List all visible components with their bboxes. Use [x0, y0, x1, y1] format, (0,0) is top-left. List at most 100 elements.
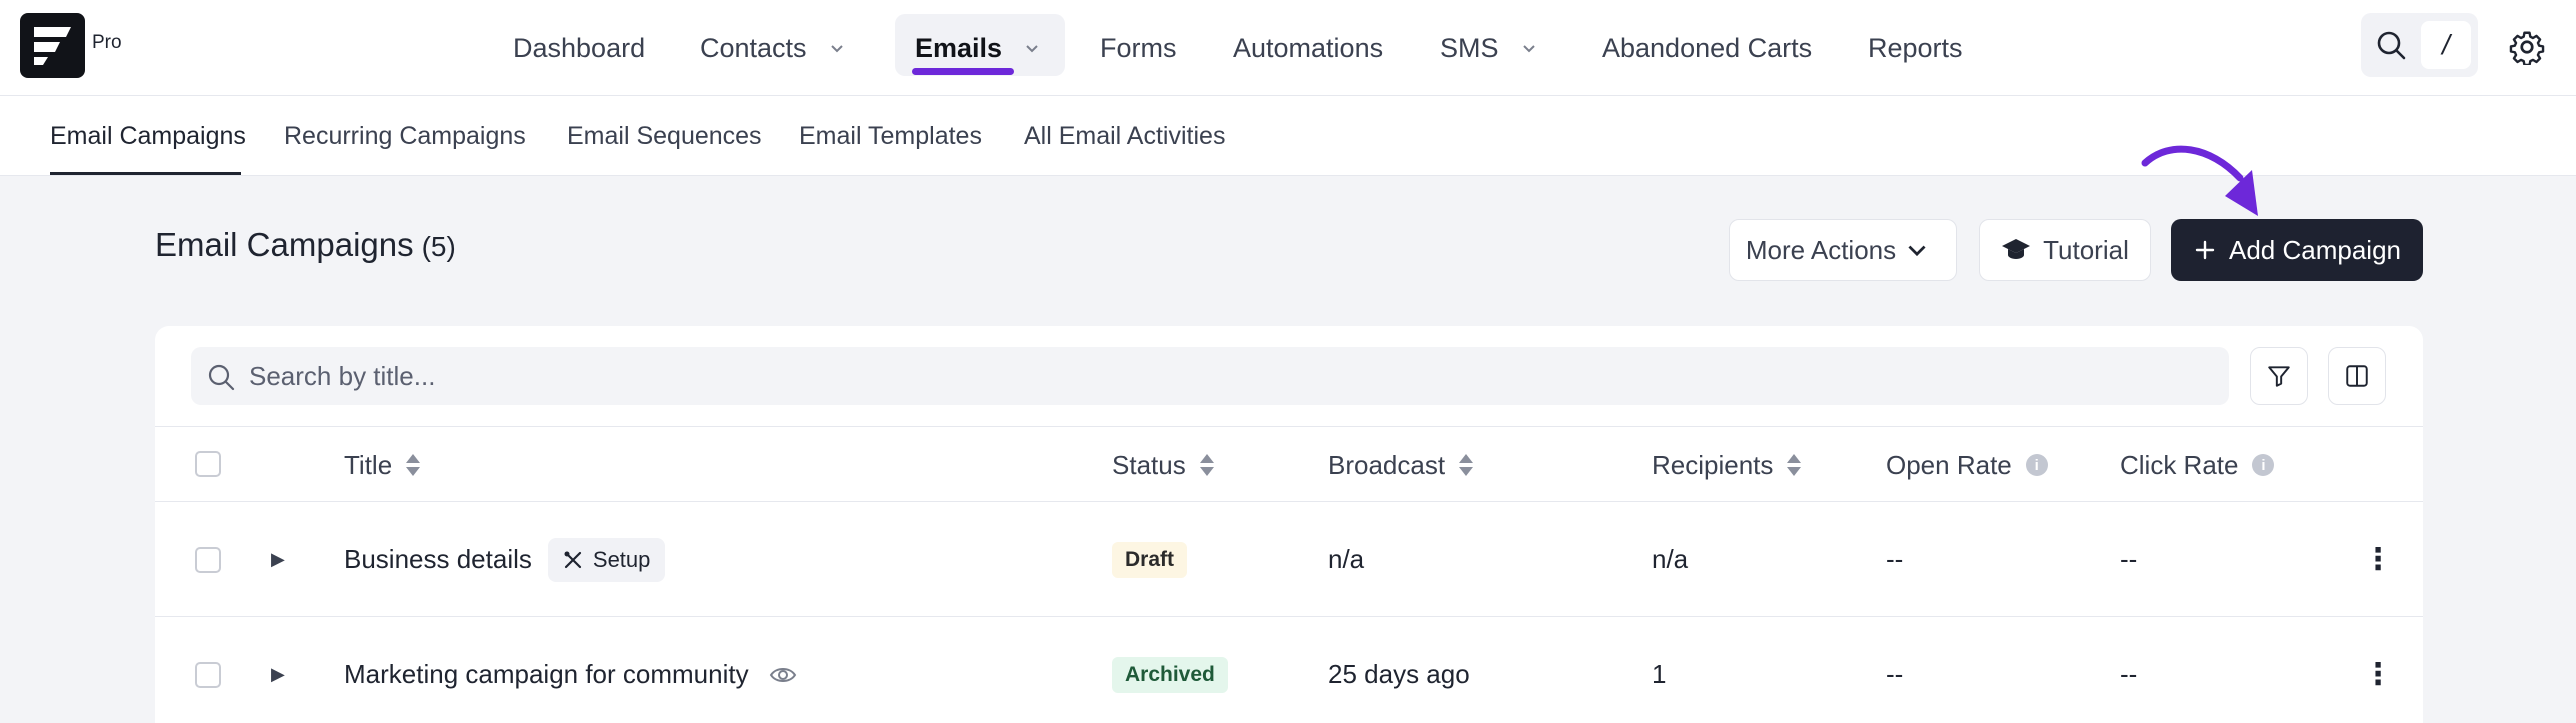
- search-input[interactable]: [249, 347, 2209, 405]
- tab-recurring-campaigns[interactable]: Recurring Campaigns: [284, 96, 526, 176]
- status-cell: Archived: [1112, 617, 1228, 723]
- more-options-icon[interactable]: ⋮: [2363, 617, 2393, 723]
- column-recipients[interactable]: Recipients: [1652, 427, 1803, 503]
- column-title[interactable]: Title: [344, 427, 422, 503]
- search-icon: [208, 364, 235, 391]
- campaigns-table-card: Title Status Broadcast Recipients Open R…: [155, 326, 2423, 723]
- sort-icon: [406, 454, 421, 476]
- click-rate-cell: --: [2120, 544, 2138, 574]
- nav-label: Abandoned Carts: [1602, 32, 1813, 63]
- button-label: Tutorial: [2043, 234, 2129, 265]
- column-open-rate: Open Rate i: [1886, 427, 2048, 503]
- filter-button[interactable]: [2250, 347, 2308, 405]
- chevron-down-icon: [1522, 45, 1535, 53]
- info-icon[interactable]: i: [2025, 454, 2048, 476]
- tab-email-sequences[interactable]: Email Sequences: [567, 96, 762, 176]
- brand-logo[interactable]: [20, 13, 85, 78]
- row-checkbox[interactable]: [195, 547, 221, 573]
- callout-arrow-icon: [2141, 145, 2258, 216]
- recipients-cell: n/a: [1652, 544, 1689, 574]
- broadcast-cell: n/a: [1328, 544, 1365, 574]
- row-checkbox[interactable]: [195, 662, 221, 688]
- campaign-title-cell: Business details Setup: [344, 502, 666, 617]
- logo-mark-icon: [34, 27, 71, 65]
- sort-icon: [1459, 454, 1474, 476]
- tab-active-indicator: [50, 172, 241, 175]
- nav-label: Dashboard: [513, 32, 646, 63]
- click-rate-cell: --: [2120, 659, 2138, 689]
- nav-active-indicator: [912, 68, 1014, 75]
- button-label: Add Campaign: [2229, 234, 2401, 265]
- column-label: Click Rate: [2120, 449, 2239, 480]
- table-row[interactable]: ▶ Business details Setup Draft n/a n/a -…: [155, 502, 2423, 617]
- chevron-down-icon: [1908, 245, 1926, 257]
- gear-icon[interactable]: [2509, 29, 2545, 65]
- campaign-title-cell: Marketing campaign for community: [344, 617, 797, 723]
- chevron-down-icon: [1026, 45, 1038, 53]
- open-rate-cell: --: [1886, 544, 1904, 574]
- top-navigation: Pro Dashboard Contacts Emails Forms Auto…: [0, 0, 2576, 96]
- campaign-title[interactable]: Business details: [344, 544, 532, 575]
- columns-toggle-button[interactable]: [2328, 347, 2386, 405]
- column-broadcast[interactable]: Broadcast: [1328, 427, 1475, 503]
- global-search-button[interactable]: /: [2361, 13, 2478, 77]
- campaign-search: [191, 347, 2229, 405]
- campaign-count: (5): [421, 231, 456, 262]
- column-label: Status: [1112, 449, 1186, 480]
- table-row[interactable]: ▶ Marketing campaign for community Archi…: [155, 617, 2423, 723]
- status-cell: Draft: [1112, 502, 1188, 617]
- expand-row-icon[interactable]: ▶: [271, 617, 285, 723]
- more-actions-button[interactable]: More Actions: [1729, 219, 1957, 281]
- eye-icon[interactable]: [769, 665, 797, 685]
- nav-label: Contacts: [700, 32, 807, 63]
- nav-label: SMS: [1440, 32, 1499, 63]
- setup-tag[interactable]: Setup: [547, 537, 666, 582]
- nav-contacts[interactable]: Contacts: [700, 0, 845, 96]
- tab-email-campaigns[interactable]: Email Campaigns: [50, 96, 246, 176]
- column-label: Broadcast: [1328, 449, 1446, 480]
- nav-reports[interactable]: Reports: [1868, 0, 1963, 96]
- pro-badge: Pro: [92, 32, 122, 53]
- nav-emails[interactable]: Emails: [915, 0, 1040, 96]
- nav-forms[interactable]: Forms: [1100, 0, 1177, 96]
- column-click-rate: Click Rate i: [2120, 427, 2275, 503]
- nav-label: Forms: [1100, 32, 1177, 63]
- page-title: Email Campaigns (5): [155, 226, 456, 264]
- status-badge: Draft: [1112, 541, 1188, 578]
- tab-label: Email Sequences: [567, 121, 762, 150]
- tab-label: Recurring Campaigns: [284, 121, 526, 150]
- nav-sms[interactable]: SMS: [1440, 0, 1537, 96]
- chevron-down-icon: [830, 45, 843, 53]
- nav-automations[interactable]: Automations: [1233, 0, 1383, 96]
- broadcast-cell: 25 days ago: [1328, 659, 1470, 689]
- nav-dashboard[interactable]: Dashboard: [513, 0, 645, 96]
- tab-label: Email Campaigns: [50, 121, 246, 150]
- tutorial-button[interactable]: Tutorial: [1979, 219, 2151, 281]
- columns-icon: [2346, 365, 2368, 387]
- nav-abandoned-carts[interactable]: Abandoned Carts: [1602, 0, 1812, 96]
- select-all-checkbox[interactable]: [195, 451, 221, 477]
- info-icon[interactable]: i: [2252, 454, 2275, 476]
- filter-icon: [2268, 366, 2290, 387]
- column-status[interactable]: Status: [1112, 427, 1216, 503]
- column-label: Recipients: [1652, 449, 1774, 480]
- tab-email-templates[interactable]: Email Templates: [799, 96, 982, 176]
- tab-label: All Email Activities: [1024, 121, 1226, 150]
- search-icon: [2377, 31, 2406, 60]
- tag-label: Setup: [592, 546, 651, 572]
- more-options-icon[interactable]: ⋮: [2363, 502, 2393, 617]
- nav-label: Reports: [1868, 32, 1963, 63]
- open-rate-cell: --: [1886, 659, 1904, 689]
- tools-icon: [564, 551, 581, 568]
- campaign-title[interactable]: Marketing campaign for community: [344, 659, 749, 690]
- sort-icon: [1199, 454, 1214, 476]
- graduation-cap-icon: [2002, 239, 2031, 259]
- expand-row-icon[interactable]: ▶: [271, 502, 285, 617]
- column-label: Title: [344, 449, 393, 480]
- tab-all-email-activities[interactable]: All Email Activities: [1024, 96, 1225, 176]
- recipients-cell: 1: [1652, 659, 1667, 689]
- status-badge: Archived: [1112, 656, 1228, 693]
- table-header: Title Status Broadcast Recipients Open R…: [155, 426, 2423, 502]
- add-campaign-button[interactable]: Add Campaign: [2171, 219, 2423, 281]
- shortcut-key: /: [2421, 21, 2471, 69]
